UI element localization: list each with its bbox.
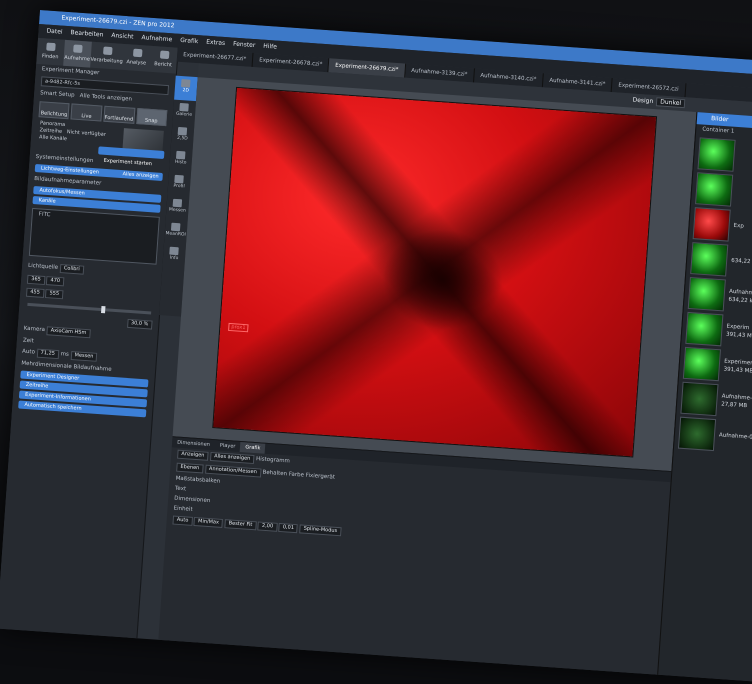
- tab-analyse[interactable]: Analyse: [122, 44, 151, 72]
- gallery-meta: 634,22 kB: [731, 257, 752, 267]
- fluorescence-image[interactable]: prox1: [213, 87, 657, 457]
- color-checkbox[interactable]: Farbe: [289, 471, 305, 478]
- gallery-meta: Exp: [733, 222, 744, 231]
- wavelength-365[interactable]: 365: [26, 274, 46, 285]
- tab-verarbeitung[interactable]: Verarbeitung: [90, 42, 124, 70]
- channel-name[interactable]: FITC: [32, 209, 158, 228]
- gallery-item-size: 634,22 kB: [730, 257, 752, 266]
- tab-finden[interactable]: Finden: [36, 38, 65, 66]
- intensity-value[interactable]: 30,0 %: [126, 318, 153, 330]
- menu-grafik[interactable]: Grafik: [180, 34, 199, 49]
- gallery-item[interactable]: [695, 172, 752, 212]
- exposure-button[interactable]: Belichtung: [38, 101, 71, 120]
- tool-info[interactable]: Info: [162, 243, 186, 268]
- gallery-thumbnail[interactable]: [677, 416, 717, 452]
- camera-select[interactable]: AxioCam HSm: [46, 326, 91, 339]
- gallery-item-size: 634,22 k: [728, 296, 752, 305]
- light-source-value[interactable]: Colibri: [59, 264, 85, 275]
- keep-checkbox[interactable]: Behalten: [262, 470, 287, 478]
- tab-graphics[interactable]: Grafik: [240, 442, 266, 454]
- gallery-item[interactable]: Experiment...578 391,43 MB: [682, 346, 752, 387]
- tool-meanroi[interactable]: MeanROI: [164, 219, 188, 244]
- continuous-button[interactable]: Fortlaufend: [103, 105, 135, 124]
- tool-histogram[interactable]: Histo: [169, 147, 193, 172]
- gallery-item[interactable]: Aufnahme-01.czi: [677, 416, 752, 457]
- show-all-tools-checkbox[interactable]: Alle Tools anzeigen: [80, 93, 133, 103]
- gallery-meta: Aufnahme-02.czi 27,87 MB: [721, 393, 752, 412]
- theme-select[interactable]: Dunkel: [655, 97, 686, 109]
- tool-2d[interactable]: 2D: [174, 75, 198, 102]
- spline-mode-button[interactable]: Spline-Modus: [299, 524, 342, 537]
- menu-datei[interactable]: Datei: [46, 25, 63, 40]
- auto-button[interactable]: Auto: [172, 515, 193, 526]
- smart-setup-label: Smart Setup: [39, 90, 75, 99]
- gallery-item[interactable]: Aufnahme-02.czi 27,87 MB: [680, 381, 752, 422]
- gallery-thumbnail[interactable]: [682, 346, 721, 382]
- gallery-item[interactable]: Exp: [692, 207, 752, 247]
- gallery-meta: Experim 391,43 MB: [726, 323, 752, 341]
- tool-25d[interactable]: 2,5D: [171, 124, 195, 149]
- gallery-thumbnail[interactable]: [690, 242, 729, 277]
- gallery-item-size: 391,43 MB: [725, 331, 752, 340]
- gallery-thumbnail[interactable]: [695, 172, 734, 207]
- roi-label[interactable]: prox1: [228, 322, 249, 333]
- gallery-meta: Experiment...578 391,43 MB: [723, 358, 752, 377]
- live-button[interactable]: Live: [70, 103, 103, 122]
- show-all-checkbox[interactable]: Alles anzeigen: [209, 451, 255, 465]
- tool-measure[interactable]: Messen: [166, 195, 190, 220]
- fixture-checkbox[interactable]: Fixiergerät: [305, 473, 335, 481]
- channel-list: FITC: [28, 207, 160, 265]
- gallery-item-size: 391,43 MB: [723, 366, 752, 375]
- measure-button[interactable]: Messen: [70, 350, 98, 362]
- exposure-unit: ms: [60, 351, 70, 358]
- menu-extras[interactable]: Extras: [206, 36, 226, 51]
- tool-gallery[interactable]: Galerie: [172, 100, 196, 125]
- wavelength-455[interactable]: 455: [25, 287, 45, 298]
- gallery-thumbnail[interactable]: [697, 137, 736, 172]
- wavelength-555[interactable]: 555: [45, 289, 64, 300]
- tab-bericht[interactable]: Bericht: [149, 46, 178, 74]
- menu-ansicht[interactable]: Ansicht: [111, 29, 134, 45]
- gallery-item-name: Exp: [733, 222, 745, 230]
- gallery-item[interactable]: Experim 391,43 MB: [685, 311, 752, 352]
- gallery-item[interactable]: Aufnahm 634,22 k: [687, 276, 752, 317]
- minmax-button[interactable]: Min/Max: [193, 517, 224, 528]
- value-field[interactable]: 0,01: [278, 522, 299, 534]
- camera-label: Kamera: [23, 325, 46, 334]
- wavelength-470[interactable]: 470: [46, 276, 65, 287]
- snap-button[interactable]: Snap: [135, 107, 168, 127]
- show-all-link[interactable]: Alles anzeigen: [122, 170, 159, 181]
- gallery-meta: Aufnahme-01.czi: [719, 431, 752, 442]
- tab-player[interactable]: Player: [215, 440, 241, 452]
- histogram-label: Histogramm: [255, 456, 291, 465]
- design-selector[interactable]: Design Dunkel: [632, 96, 686, 109]
- layers-tab[interactable]: Ebenen: [176, 462, 204, 474]
- image-viewer: prox1: [172, 77, 697, 472]
- gallery-thumbnail[interactable]: [687, 276, 726, 312]
- tool-profile[interactable]: Profil: [167, 171, 191, 196]
- exposure-value[interactable]: 71,25: [36, 348, 60, 360]
- menu-fenster[interactable]: Fenster: [233, 38, 256, 54]
- bestfit-button[interactable]: Bester Fit: [224, 519, 257, 531]
- gallery-item[interactable]: [697, 137, 752, 177]
- gallery-thumbnail[interactable]: [692, 207, 731, 242]
- gamma-field[interactable]: 2,00: [257, 521, 278, 532]
- tab-aufnahme[interactable]: Aufnahme: [63, 39, 92, 68]
- lighting-settings-label: Lichtweg-Einstellungen: [40, 165, 100, 176]
- gallery-thumbnail[interactable]: [680, 381, 719, 417]
- gallery-meta: Aufnahm 634,22 k: [728, 288, 752, 306]
- display-panel: Dimensionen Player Grafik Anzeigen Alles…: [158, 436, 672, 676]
- gallery-item-name: Aufnahme-01.czi: [718, 432, 752, 442]
- screen: Experiment-26679.czi - ZEN pro 2012 Date…: [0, 10, 752, 684]
- light-source-label: Lichtquelle: [27, 262, 59, 271]
- gallery-thumbnail[interactable]: [685, 311, 724, 347]
- gallery-item-size: 27,87 MB: [720, 401, 748, 410]
- gallery-item[interactable]: 634,22 kB: [690, 242, 752, 282]
- menu-hilfe[interactable]: Hilfe: [263, 40, 278, 55]
- show-button[interactable]: Anzeigen: [177, 449, 209, 461]
- auto-checkbox[interactable]: Auto: [22, 349, 35, 356]
- design-label: Design: [632, 96, 654, 105]
